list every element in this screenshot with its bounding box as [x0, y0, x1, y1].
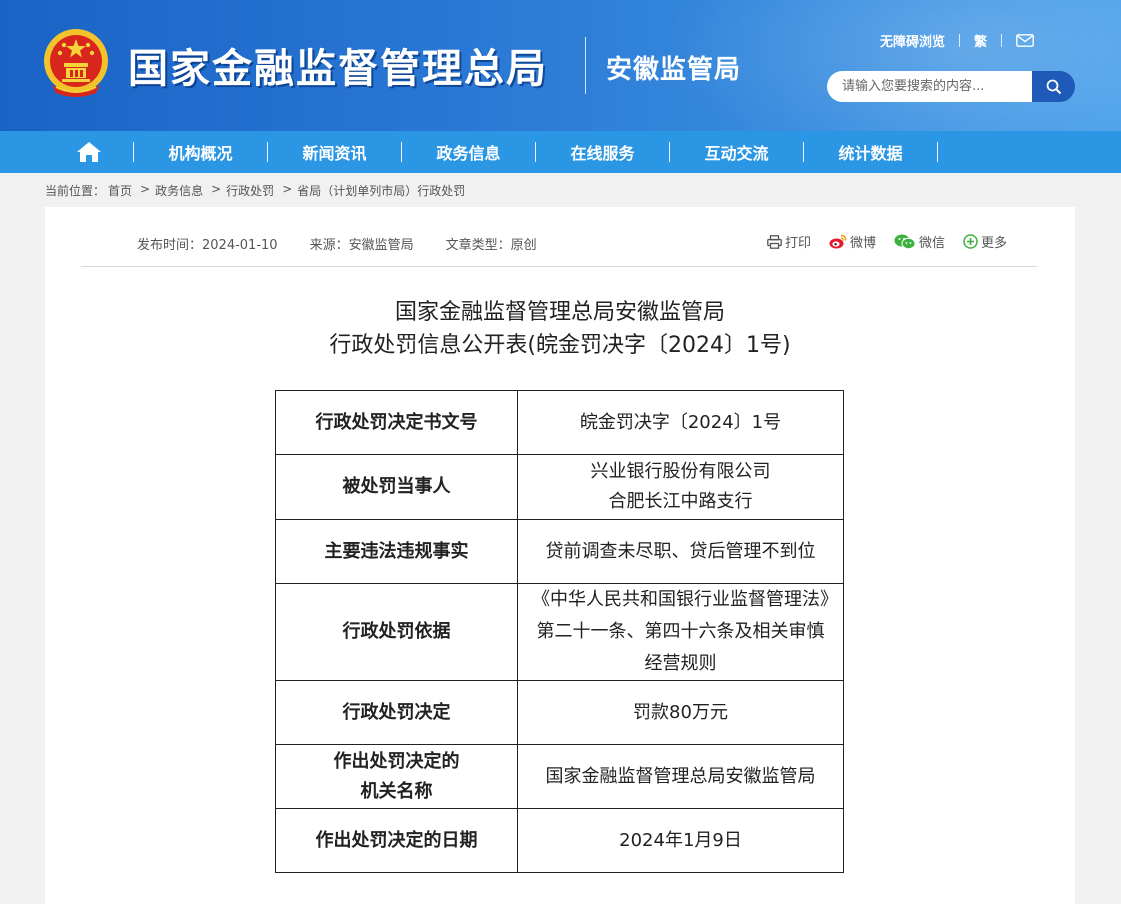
meta-divider — [81, 266, 1037, 267]
document-title-line1: 国家金融监督管理总局安徽监管局 — [394, 300, 725, 325]
table-value: 贷前调查未尽职、贷后管理不到位 — [517, 519, 844, 584]
search-icon — [1046, 79, 1061, 94]
top-link-divider — [959, 33, 961, 47]
table-row: 行政处罚依据 《中华人民共和国银行业监督管理法》第二十一条、第四十六条及相关审慎… — [275, 583, 844, 681]
wechat-icon — [894, 234, 916, 249]
table-row: 行政处罚决定 罚款80万元 — [275, 680, 844, 745]
weibo-label: 微博 — [850, 236, 877, 251]
main-nav: 机构概况 新闻资讯 政务信息 在线服务 互动交流 统计数据 — [0, 131, 1121, 173]
search-box — [827, 71, 1075, 102]
breadcrumb-separator: > — [282, 182, 293, 196]
site-title: 国家金融监督管理总局 — [128, 46, 548, 92]
table-value: 罚款80万元 — [517, 680, 844, 745]
nav-item-statistics[interactable]: 统计数据 — [804, 140, 937, 164]
article-meta: 发布时间：2024-01-10 来源：安徽监管局 文章类型：原创 — [137, 234, 569, 253]
breadcrumb: 当前位置： 首页 > 政务信息 > 行政处罚 > 省局（计划单列市局）行政处罚 — [45, 182, 468, 199]
top-link-divider — [1001, 33, 1003, 47]
table-value: 皖金罚决字〔2024〕1号 — [517, 390, 844, 455]
home-icon — [77, 142, 101, 162]
nav-home[interactable] — [45, 131, 133, 173]
breadcrumb-prefix: 当前位置： — [45, 184, 106, 198]
table-key: 作出处罚决定的日期 — [275, 808, 518, 873]
nav-item-online-service[interactable]: 在线服务 — [536, 140, 669, 164]
publish-time: 发布时间：2024-01-10 — [137, 238, 278, 253]
title-divider — [585, 37, 586, 94]
search-input[interactable] — [827, 71, 1033, 102]
plus-circle-icon — [963, 234, 978, 249]
table-key: 行政处罚依据 — [275, 583, 518, 681]
table-row: 作出处罚决定的日期 2024年1月9日 — [275, 808, 844, 873]
table-row: 主要违法违规事实 贷前调查未尽职、贷后管理不到位 — [275, 519, 844, 584]
table-row: 作出处罚决定的 机关名称 国家金融监督管理总局安徽监管局 — [275, 744, 844, 809]
table-key: 作出处罚决定的 机关名称 — [275, 744, 518, 809]
breadcrumb-separator: > — [211, 182, 222, 196]
penalty-info-table: 行政处罚决定书文号 皖金罚决字〔2024〕1号 被处罚当事人 兴业银行股份有限公… — [275, 390, 844, 873]
wechat-label: 微信 — [919, 236, 946, 251]
traditional-chinese-link[interactable]: 繁 — [974, 31, 987, 50]
document-title-line2: 行政处罚信息公开表(皖金罚决字〔2024〕1号) — [329, 333, 791, 358]
print-icon — [767, 234, 782, 249]
more-share-button[interactable]: 更多 — [963, 232, 1007, 251]
wechat-share-button[interactable]: 微信 — [894, 232, 945, 251]
nav-item-interaction[interactable]: 互动交流 — [670, 140, 803, 164]
share-bar: 打印 微博 微信 更多 — [767, 232, 1007, 251]
article-type: 文章类型：原创 — [445, 238, 537, 253]
table-value: 兴业银行股份有限公司 合肥长江中路支行 — [517, 454, 844, 520]
table-value: 《中华人民共和国银行业监督管理法》第二十一条、第四十六条及相关审慎经营规则 — [517, 583, 844, 681]
table-value: 2024年1月9日 — [517, 808, 844, 873]
site-header: 国家金融监督管理总局 安徽监管局 无障碍浏览 繁 — [0, 0, 1121, 131]
nav-item-government-info[interactable]: 政务信息 — [402, 140, 535, 164]
sub-title: 安徽监管局 — [606, 55, 742, 85]
print-button[interactable]: 打印 — [767, 232, 811, 251]
content-panel: 发布时间：2024-01-10 来源：安徽监管局 文章类型：原创 打印 微博 微… — [45, 207, 1075, 904]
nav-item-about[interactable]: 机构概况 — [134, 140, 267, 164]
weibo-share-button[interactable]: 微博 — [829, 232, 876, 251]
table-row: 被处罚当事人 兴业银行股份有限公司 合肥长江中路支行 — [275, 454, 844, 520]
article-source: 来源：安徽监管局 — [309, 238, 414, 253]
table-value: 国家金融监督管理总局安徽监管局 — [517, 744, 844, 809]
breadcrumb-home[interactable]: 首页 — [108, 182, 132, 199]
table-row: 行政处罚决定书文号 皖金罚决字〔2024〕1号 — [275, 390, 844, 455]
print-label: 打印 — [785, 236, 812, 251]
mail-icon[interactable] — [1016, 33, 1034, 47]
breadcrumb-separator: > — [140, 182, 151, 196]
table-key: 被处罚当事人 — [275, 454, 518, 520]
weibo-icon — [829, 234, 847, 249]
breadcrumb-provincial-penalty[interactable]: 省局（计划单列市局）行政处罚 — [297, 182, 465, 199]
breadcrumb-penalty[interactable]: 行政处罚 — [226, 182, 274, 199]
table-key: 行政处罚决定 — [275, 680, 518, 745]
national-emblem-icon — [44, 29, 108, 97]
nav-item-news[interactable]: 新闻资讯 — [268, 140, 401, 164]
accessibility-link[interactable]: 无障碍浏览 — [880, 31, 945, 50]
search-button[interactable] — [1032, 71, 1075, 102]
table-key: 行政处罚决定书文号 — [275, 390, 518, 455]
nav-divider — [937, 142, 938, 162]
breadcrumb-government-info[interactable]: 政务信息 — [155, 182, 203, 199]
more-label: 更多 — [981, 236, 1008, 251]
table-key: 主要违法违规事实 — [275, 519, 518, 584]
top-links: 无障碍浏览 繁 — [880, 30, 1034, 50]
